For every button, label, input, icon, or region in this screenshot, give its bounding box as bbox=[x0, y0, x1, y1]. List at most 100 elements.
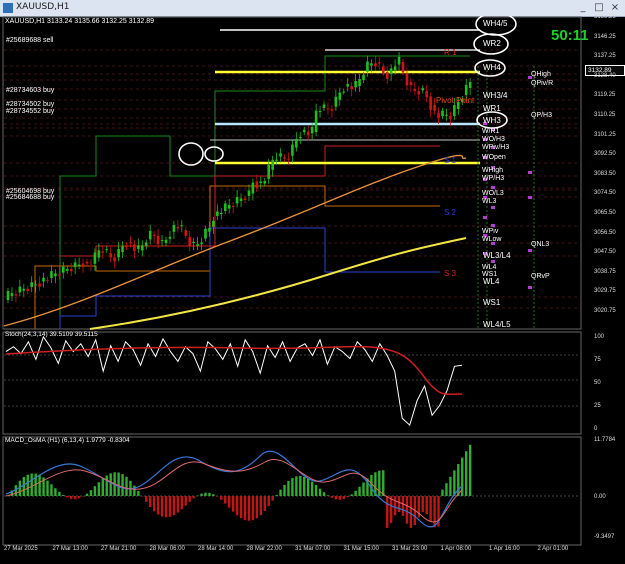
candle-body bbox=[398, 57, 401, 65]
osma-bar bbox=[23, 477, 25, 496]
candle-body bbox=[331, 109, 334, 110]
candle-body bbox=[327, 108, 330, 109]
minimize-button[interactable]: _ bbox=[576, 2, 590, 14]
opivot-label: QP/H3 bbox=[531, 112, 552, 119]
osma-bar bbox=[433, 496, 435, 527]
osma-bar bbox=[319, 489, 321, 496]
candle-body bbox=[240, 199, 243, 202]
candle-body bbox=[394, 67, 397, 71]
candle-body bbox=[7, 291, 10, 300]
window-title: XAUUSD,H1 bbox=[16, 2, 70, 12]
osma-bar bbox=[102, 479, 104, 496]
candle-body bbox=[196, 244, 199, 246]
chart-area[interactable]: XAUUSD,H1 3133.24 3135.66 3132.25 3132.8… bbox=[0, 16, 625, 560]
candle-body bbox=[449, 116, 452, 119]
cluster-label: WP/H3 bbox=[482, 175, 504, 182]
osma-bar bbox=[429, 496, 431, 521]
signal-marker bbox=[491, 260, 495, 263]
candle-body bbox=[184, 230, 187, 236]
trade-label[interactable]: #25689688 sell bbox=[6, 37, 54, 44]
osma-bar bbox=[370, 475, 372, 496]
osma-bar bbox=[449, 477, 451, 496]
candle-body bbox=[38, 283, 41, 286]
osma-bar bbox=[299, 476, 301, 496]
candle-body bbox=[98, 250, 101, 257]
trade-label[interactable]: #28734502 buy bbox=[6, 101, 54, 108]
close-button[interactable]: × bbox=[608, 2, 622, 14]
osma-bar bbox=[121, 474, 123, 496]
level-label-wh34: WH3/4 bbox=[483, 91, 507, 100]
candle-body bbox=[90, 265, 93, 266]
candle-body bbox=[26, 289, 29, 291]
osma-bar bbox=[90, 490, 92, 496]
osma-bar bbox=[192, 496, 194, 498]
candle-body bbox=[70, 269, 73, 271]
osma-bar bbox=[98, 482, 100, 496]
candle-body bbox=[429, 96, 432, 110]
osma-bar bbox=[445, 483, 447, 496]
candle-body bbox=[465, 85, 468, 95]
candle-body bbox=[414, 89, 417, 91]
osma-bar bbox=[335, 496, 337, 499]
cluster-label: WS1 bbox=[482, 271, 497, 278]
time-tick-label: 31 Mar 07:00 bbox=[295, 546, 330, 552]
level-label-wr2: WR2 bbox=[483, 39, 501, 48]
time-tick-label: 1 Apr 16:00 bbox=[489, 546, 520, 552]
candle-body bbox=[374, 63, 377, 66]
time-tick-label: 28 Mar 06:00 bbox=[150, 546, 185, 552]
opivot-label: QPiv/R bbox=[531, 80, 553, 87]
osma-bar bbox=[422, 496, 424, 512]
candle-body bbox=[406, 73, 409, 85]
candle-body bbox=[350, 86, 353, 89]
osma-bar bbox=[27, 475, 29, 496]
candle-body bbox=[204, 229, 207, 239]
stoch-tick-label: 25 bbox=[594, 403, 601, 409]
candle-body bbox=[469, 82, 472, 88]
candle-body bbox=[366, 62, 369, 72]
price-tick-label: 3146.25 bbox=[594, 34, 616, 40]
candle-body bbox=[102, 251, 105, 252]
osma-bar bbox=[31, 474, 33, 496]
candle-body bbox=[418, 91, 421, 94]
maximize-button[interactable]: □ bbox=[592, 2, 606, 14]
osma-bar bbox=[441, 490, 443, 496]
cluster-label: W/R1 bbox=[482, 128, 500, 135]
candle-body bbox=[86, 262, 89, 264]
cluster-label: WPiv bbox=[482, 228, 498, 235]
cluster-label: WO/H3 bbox=[482, 136, 505, 143]
price-tick-label: 3020.75 bbox=[594, 308, 616, 314]
candle-body bbox=[445, 115, 448, 116]
candle-body bbox=[410, 82, 413, 85]
candle-body bbox=[137, 245, 140, 249]
candle-body bbox=[173, 225, 176, 232]
candle-body bbox=[177, 227, 180, 228]
level-label-ws1: WS1 bbox=[483, 298, 500, 307]
trade-label[interactable]: #28734552 buy bbox=[6, 108, 54, 115]
candle-body bbox=[267, 165, 270, 179]
window-titlebar[interactable]: XAUUSD,H1 _ □ × bbox=[0, 0, 625, 17]
candle-body bbox=[165, 240, 168, 243]
osma-bar bbox=[469, 445, 471, 496]
osma-bar bbox=[216, 496, 218, 497]
candle-body bbox=[149, 231, 152, 240]
candle-body bbox=[378, 62, 381, 63]
osma-bar bbox=[268, 496, 270, 506]
opivot-label: QNL3 bbox=[531, 241, 549, 248]
level-label-r1: R 1 bbox=[444, 48, 456, 57]
candle-body bbox=[54, 273, 57, 276]
trade-label[interactable]: #28734603 buy bbox=[6, 87, 54, 94]
level-label-s3: S 3 bbox=[444, 269, 456, 278]
osma-bar bbox=[410, 496, 412, 528]
stoch-tick-label: 0 bbox=[594, 426, 597, 432]
trade-label[interactable]: #25684688 buy bbox=[6, 194, 54, 201]
candle-body bbox=[78, 265, 81, 266]
osma-bar bbox=[94, 486, 96, 496]
candle-body bbox=[50, 271, 53, 278]
osma-bar bbox=[406, 496, 408, 524]
candle-body bbox=[224, 204, 227, 212]
osma-bar bbox=[283, 485, 285, 496]
level-label-wl34: WL3/L4 bbox=[483, 251, 511, 260]
osma-bar bbox=[38, 475, 40, 496]
candle-body bbox=[370, 63, 373, 65]
osma-bar bbox=[224, 496, 226, 504]
